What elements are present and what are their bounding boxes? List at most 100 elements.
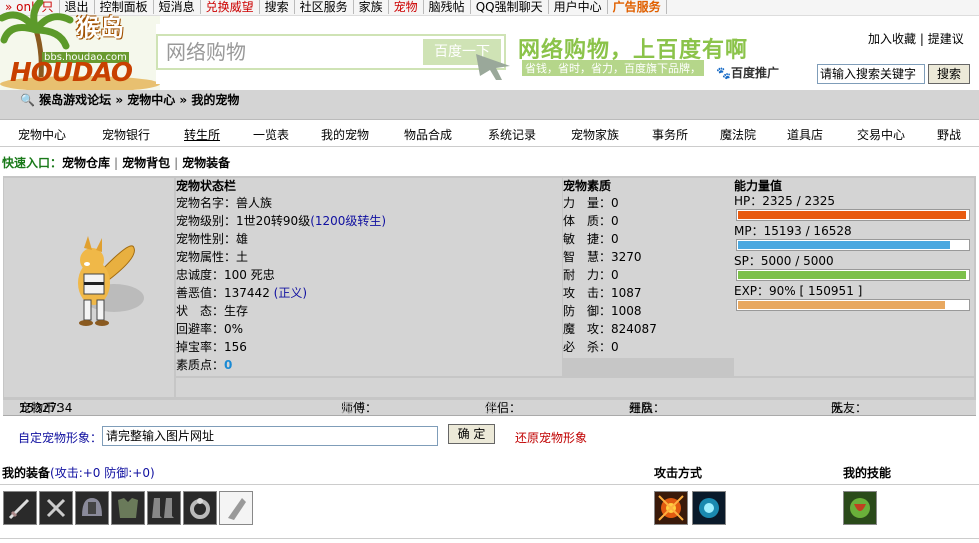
armor-icon — [112, 492, 144, 524]
exp-bar-fill — [738, 301, 945, 309]
rebirth-link[interactable]: (1200级转生) — [310, 214, 386, 228]
search-icon: 🔍 — [20, 93, 35, 107]
sp-bar-fill — [738, 271, 966, 279]
quick-label: 快速入口： — [2, 156, 63, 170]
equip-slot-sword[interactable] — [3, 491, 37, 525]
hp-bar-fill — [738, 211, 966, 219]
top-messages-link[interactable]: 短消息 — [154, 0, 201, 14]
logo-en-text: HOUDAO — [10, 58, 133, 88]
exp-bar — [736, 299, 970, 311]
gender-label: 宠物性别： — [176, 232, 237, 246]
equip-slot-ring[interactable] — [183, 491, 217, 525]
nav-field-battle[interactable]: 野战 — [937, 126, 961, 143]
power-title: 能力量值 — [734, 179, 783, 193]
restore-image-link[interactable]: 还原宠物形象 — [515, 429, 587, 446]
equip-slot-dagger[interactable] — [39, 491, 73, 525]
mp-text: MP：15193 / 16528 — [734, 224, 852, 238]
name-label: 宠物名字： — [176, 196, 237, 210]
top-user-center-link[interactable]: 用户中心 — [549, 0, 608, 14]
ring-icon — [184, 492, 216, 524]
quick-backpack-link[interactable]: 宠物背包 — [122, 156, 170, 170]
top-posts-link[interactable]: 脑残帖 — [424, 0, 471, 14]
nav-rebirth[interactable]: 转生所 — [184, 126, 220, 143]
element-label: 宠物属性： — [176, 250, 237, 264]
pet-partner: 无 — [485, 401, 498, 415]
attr-value: 0 — [611, 340, 619, 354]
level-label: 宠物级别： — [176, 214, 237, 228]
nav-magic-hall[interactable]: 魔法院 — [720, 126, 756, 143]
dagger-icon — [40, 492, 72, 524]
boots-icon — [148, 492, 180, 524]
attr-value: 0 — [611, 232, 619, 246]
attrs-title: 宠物素质 — [563, 179, 612, 193]
breadcrumb-text[interactable]: 猴岛游戏论坛 » 宠物中心 » 我的宠物 — [39, 93, 239, 107]
attr-value: 824087 — [611, 322, 657, 336]
pet-drop-rate: 156 — [224, 340, 247, 354]
pet-nav-bar: 宠物中心 宠物银行 转生所 一览表 我的宠物 物品合成 系统记录 宠物家族 事务… — [0, 121, 979, 147]
add-favorite-link[interactable]: 加入收藏 — [868, 32, 916, 46]
pet-name: 兽人族 — [236, 196, 273, 210]
quick-warehouse-link[interactable]: 宠物仓库 — [62, 156, 110, 170]
pet-status-section: 宠物状态栏 宠物名字：兽人族 宠物级别：1世20转90级(1200级转生) 宠物… — [176, 178, 562, 376]
nav-trade-center[interactable]: 交易中心 — [857, 126, 905, 143]
site-logo[interactable]: 猴岛 bbs.houdao.com HOUDAO — [0, 0, 160, 90]
search-button[interactable]: 搜索 — [928, 64, 970, 84]
attack-fire[interactable] — [654, 491, 688, 525]
header-links: 加入收藏 | 提建议 — [868, 32, 964, 46]
quick-entry: 快速入口：宠物仓库 | 宠物背包 | 宠物装备 — [2, 156, 231, 170]
equip-slot-boots[interactable] — [147, 491, 181, 525]
top-pet-link[interactable]: 宠物 — [389, 0, 424, 14]
skill-slot[interactable] — [843, 491, 877, 525]
pet-info-bar: 宠物币： 1532734 师傅：无 伴侣：无 组队： 开启 队友：无 — [3, 400, 976, 416]
attr-label: 耐 力： — [563, 268, 612, 282]
attr-label: 攻 击： — [563, 286, 612, 300]
hp-bar — [736, 209, 970, 221]
top-ad-service-link[interactable]: 广告服务 — [608, 0, 667, 14]
nav-system-log[interactable]: 系统记录 — [488, 126, 536, 143]
nav-my-pet[interactable]: 我的宠物 — [321, 126, 369, 143]
water-attack-icon — [693, 492, 725, 524]
custom-image-url-input[interactable]: 请完整输入图片网址 — [102, 426, 438, 446]
nav-pet-bank[interactable]: 宠物银行 — [102, 126, 150, 143]
custom-image-label: 自定宠物形象： — [18, 431, 103, 445]
top-search-link[interactable]: 搜索 — [260, 0, 295, 14]
top-family-link[interactable]: 家族 — [354, 0, 389, 14]
nav-pet-family[interactable]: 宠物家族 — [571, 126, 619, 143]
pet-team: 开启 — [629, 401, 654, 415]
pet-element: 土 — [236, 250, 249, 264]
search-input[interactable]: 请输入搜索关键字 — [817, 64, 925, 84]
nav-overview[interactable]: 一览表 — [253, 126, 289, 143]
divider — [0, 538, 979, 539]
mp-bar — [736, 239, 970, 251]
nav-item-shop[interactable]: 道具店 — [787, 126, 823, 143]
confirm-button[interactable]: 确 定 — [448, 424, 495, 444]
nav-synthesis[interactable]: 物品合成 — [404, 126, 452, 143]
attack-water[interactable] — [692, 491, 726, 525]
quick-equipment-link[interactable]: 宠物装备 — [182, 156, 230, 170]
pet-master: 无 — [341, 401, 354, 415]
equipment-stats: (攻击:+0 防御:+0) — [50, 466, 155, 480]
top-community-link[interactable]: 社区服务 — [295, 0, 354, 14]
attr-label: 力 量： — [563, 196, 612, 210]
pet-power-section: 能力量值 HP：2325 / 2325 MP：15193 / 16528 SP：… — [734, 178, 974, 376]
ad-brand-text: 百度推广 — [730, 66, 779, 80]
top-qq-chat-link[interactable]: QQ强制聊天 — [471, 0, 549, 14]
equip-slot-gauntlet[interactable] — [219, 491, 253, 525]
state-label: 状 态： — [176, 304, 225, 318]
attr-value: 1008 — [611, 304, 642, 318]
drop-label: 掉宝率： — [176, 340, 225, 354]
nav-office[interactable]: 事务所 — [652, 126, 688, 143]
attr-label: 敏 捷： — [563, 232, 612, 246]
attr-label: 智 慧： — [563, 250, 612, 264]
suggest-link[interactable]: 提建议 — [928, 32, 964, 46]
baidu-ad-banner[interactable]: 网络购物 百度一下 网络购物，上百度有啊 省钱，省时，省力，百度旗下品牌， 🐾百… — [156, 24, 780, 84]
equip-slot-armor[interactable] — [111, 491, 145, 525]
nav-pet-center[interactable]: 宠物中心 — [18, 126, 66, 143]
attr-label: 必 杀： — [563, 340, 612, 354]
equipment-header: 我的装备(攻击:+0 防御:+0) — [2, 464, 155, 481]
top-exchange-link[interactable]: 兑换威望 — [201, 0, 260, 14]
equip-slot-helmet[interactable] — [75, 491, 109, 525]
exp-text: EXP：90% [ 150951 ] — [734, 284, 863, 298]
attr-value: 0 — [611, 214, 619, 228]
breadcrumb: 🔍 猴岛游戏论坛 » 宠物中心 » 我的宠物 — [20, 91, 239, 108]
